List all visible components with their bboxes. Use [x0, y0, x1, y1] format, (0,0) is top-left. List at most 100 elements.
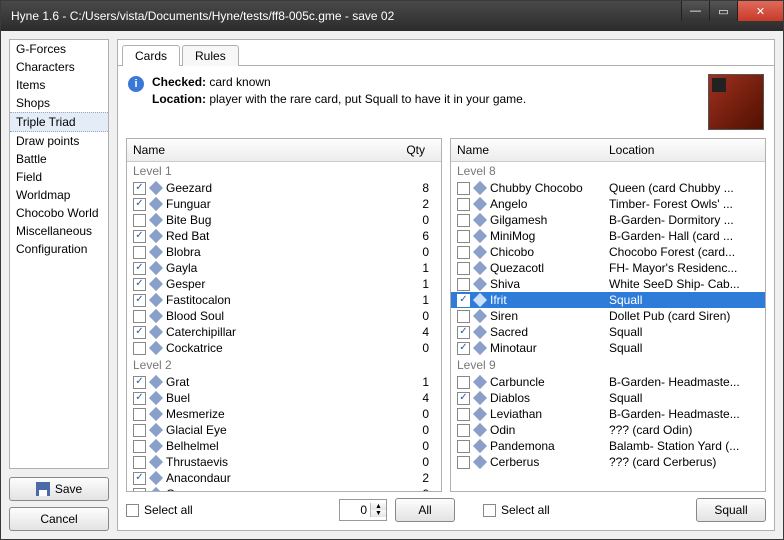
checkbox-icon[interactable] [457, 182, 470, 195]
checkbox-icon[interactable] [457, 294, 470, 307]
card-row[interactable]: MinotaurSquall [451, 340, 765, 356]
card-row[interactable]: Anacondaur2 [127, 470, 441, 486]
checkbox-icon[interactable] [133, 376, 146, 389]
checkbox-icon[interactable] [133, 424, 146, 437]
checkbox-icon[interactable] [133, 392, 146, 405]
checkbox-icon[interactable] [457, 456, 470, 469]
card-row[interactable]: Caterchipillar4 [127, 324, 441, 340]
card-row[interactable]: Blood Soul0 [127, 308, 441, 324]
card-row[interactable]: Belhelmel0 [127, 438, 441, 454]
checkbox-icon[interactable] [457, 214, 470, 227]
sidebar-item[interactable]: Configuration [10, 240, 108, 258]
sidebar-item[interactable]: Field [10, 168, 108, 186]
sidebar-item[interactable]: Draw points [10, 132, 108, 150]
card-row[interactable]: Cockatrice0 [127, 340, 441, 356]
card-row[interactable]: DiablosSquall [451, 390, 765, 406]
spin-up[interactable]: ▲ [370, 503, 386, 510]
sidebar-item[interactable]: Battle [10, 150, 108, 168]
checkbox-icon[interactable] [133, 294, 146, 307]
card-row[interactable]: LeviathanB-Garden- Headmaste... [451, 406, 765, 422]
card-row[interactable]: Funguar2 [127, 196, 441, 212]
card-row[interactable]: SirenDollet Pub (card Siren) [451, 308, 765, 324]
card-row[interactable]: Buel4 [127, 390, 441, 406]
card-row[interactable]: IfritSquall [451, 292, 765, 308]
all-button[interactable]: All [395, 498, 455, 522]
sidebar-item[interactable]: Shops [10, 94, 108, 112]
checkbox-icon[interactable] [457, 246, 470, 259]
card-row[interactable]: Thrustaevis0 [127, 454, 441, 470]
squall-button[interactable]: Squall [696, 498, 766, 522]
checkbox-icon[interactable] [457, 310, 470, 323]
sidebar-item[interactable]: Miscellaneous [10, 222, 108, 240]
checkbox-icon[interactable] [457, 326, 470, 339]
sidebar-item[interactable]: Chocobo World [10, 204, 108, 222]
checkbox-icon[interactable] [133, 246, 146, 259]
minimize-button[interactable]: — [681, 1, 709, 21]
checkbox-icon[interactable] [457, 424, 470, 437]
checkbox-icon[interactable] [133, 440, 146, 453]
sidebar-item[interactable]: G-Forces [10, 40, 108, 58]
checkbox-icon[interactable] [457, 440, 470, 453]
card-row[interactable]: QuezacotlFH- Mayor's Residenc... [451, 260, 765, 276]
sidebar-item[interactable]: Items [10, 76, 108, 94]
checkbox-icon[interactable] [457, 198, 470, 211]
card-row[interactable]: Odin??? (card Odin) [451, 422, 765, 438]
checkbox-icon[interactable] [133, 310, 146, 323]
card-row[interactable]: Gesper1 [127, 276, 441, 292]
checkbox-icon[interactable] [133, 342, 146, 355]
right-select-all[interactable]: Select all [483, 503, 550, 517]
card-row[interactable]: CarbuncleB-Garden- Headmaste... [451, 374, 765, 390]
spin-down[interactable]: ▼ [370, 510, 386, 517]
card-row[interactable]: Geezard8 [127, 180, 441, 196]
checkbox-icon[interactable] [457, 278, 470, 291]
right-list[interactable]: Level 8Chubby ChocoboQueen (card Chubby … [451, 162, 765, 491]
tab-rules[interactable]: Rules [182, 45, 239, 66]
card-row[interactable]: Gayla1 [127, 260, 441, 276]
card-row[interactable]: Grat1 [127, 374, 441, 390]
card-row[interactable]: Chubby ChocoboQueen (card Chubby ... [451, 180, 765, 196]
card-row[interactable]: Blobra0 [127, 244, 441, 260]
checkbox-icon[interactable] [457, 230, 470, 243]
card-row[interactable]: ChicoboChocobo Forest (card... [451, 244, 765, 260]
qty-spinbox[interactable]: 0 ▲ ▼ [339, 499, 387, 521]
card-row[interactable]: Mesmerize0 [127, 406, 441, 422]
sidebar-item[interactable]: Worldmap [10, 186, 108, 204]
card-row[interactable]: ShivaWhite SeeD Ship- Cab... [451, 276, 765, 292]
card-row[interactable]: Fastitocalon1 [127, 292, 441, 308]
close-button[interactable]: ✕ [737, 1, 783, 21]
card-row[interactable]: MiniMogB-Garden- Hall (card ... [451, 228, 765, 244]
checkbox-icon[interactable] [133, 472, 146, 485]
card-row[interactable]: Cerberus??? (card Cerberus) [451, 454, 765, 470]
checkbox-icon[interactable] [133, 230, 146, 243]
left-select-all[interactable]: Select all [126, 503, 193, 517]
checkbox-icon[interactable] [457, 392, 470, 405]
checkbox-icon[interactable] [133, 456, 146, 469]
checkbox-icon[interactable] [133, 262, 146, 275]
sidebar-item[interactable]: Triple Triad [10, 112, 108, 132]
checkbox-icon[interactable] [133, 408, 146, 421]
checkbox-icon[interactable] [133, 182, 146, 195]
maximize-button[interactable]: ▭ [709, 1, 737, 21]
checkbox-icon[interactable] [457, 408, 470, 421]
checkbox-icon[interactable] [133, 198, 146, 211]
save-button[interactable]: Save [9, 477, 109, 501]
left-header[interactable]: Name Qty [127, 139, 441, 162]
checkbox-icon[interactable] [133, 326, 146, 339]
left-list[interactable]: Level 1Geezard8Funguar2Bite Bug0Red Bat6… [127, 162, 441, 491]
card-row[interactable]: PandemonaBalamb- Station Yard (... [451, 438, 765, 454]
checkbox-icon[interactable] [457, 342, 470, 355]
checkbox-icon[interactable] [457, 376, 470, 389]
card-row[interactable]: GilgameshB-Garden- Dormitory ... [451, 212, 765, 228]
checkbox-icon[interactable] [457, 262, 470, 275]
card-row[interactable]: Red Bat6 [127, 228, 441, 244]
checkbox-icon[interactable] [133, 488, 146, 492]
card-row[interactable]: Creeps0 [127, 486, 441, 491]
titlebar[interactable]: Hyne 1.6 - C:/Users/vista/Documents/Hyne… [1, 1, 783, 31]
card-row[interactable]: SacredSquall [451, 324, 765, 340]
card-row[interactable]: Glacial Eye0 [127, 422, 441, 438]
sidebar-item[interactable]: Characters [10, 58, 108, 76]
sidebar-list[interactable]: G-ForcesCharactersItemsShopsTriple Triad… [9, 39, 109, 469]
tab-cards[interactable]: Cards [122, 45, 180, 66]
card-row[interactable]: AngeloTimber- Forest Owls' ... [451, 196, 765, 212]
right-header[interactable]: Name Location [451, 139, 765, 162]
